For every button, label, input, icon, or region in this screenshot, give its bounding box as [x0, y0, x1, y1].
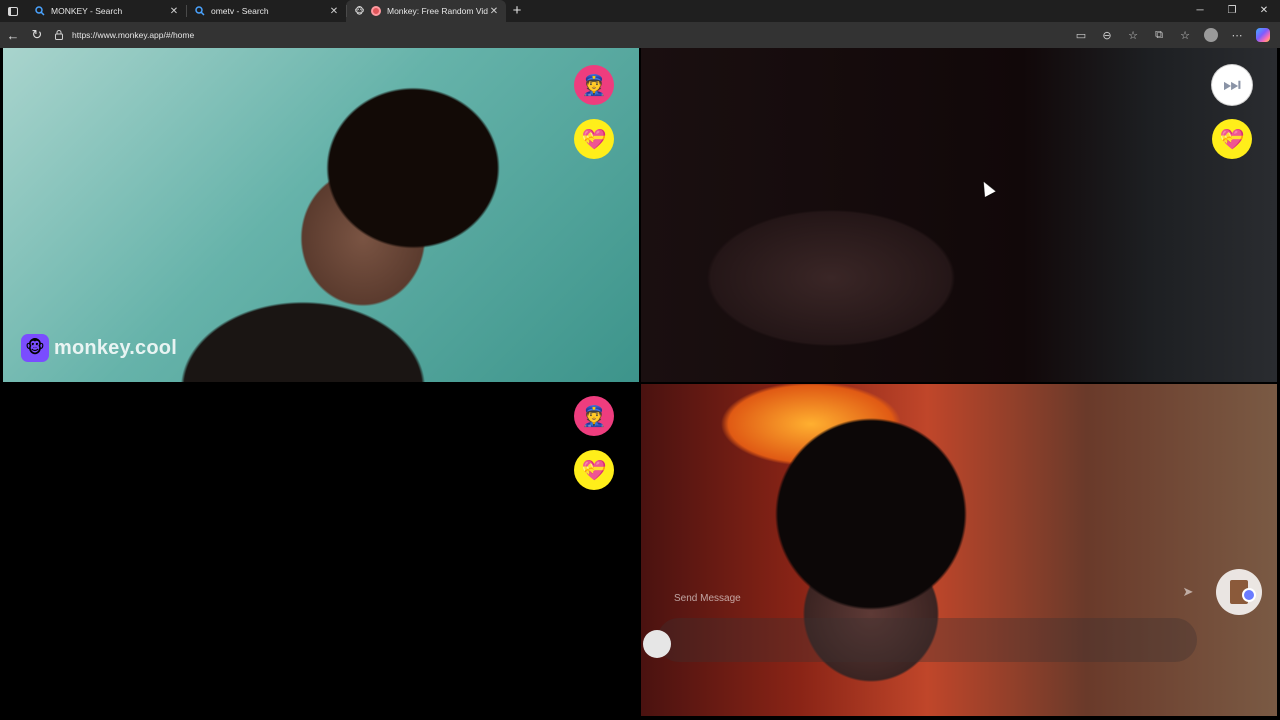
extensions-icon[interactable]: ⧉ [1146, 22, 1172, 48]
heart-gift-icon: 💝 [581, 459, 607, 482]
send-message-input[interactable] [674, 590, 1094, 606]
refresh-button[interactable]: ↻ [26, 22, 48, 48]
search-icon [194, 6, 205, 17]
refresh-icon: ↻ [31, 27, 43, 42]
close-window-icon[interactable]: ✕ [1248, 0, 1280, 22]
skip-forward-icon: ⏭ [1223, 74, 1241, 96]
favorite-star-icon[interactable]: ☆ [1120, 22, 1146, 48]
tab-title: MONKEY - Search [51, 6, 123, 16]
report-button[interactable]: 👮 [574, 396, 614, 436]
close-tab-icon[interactable]: ✕ [328, 6, 340, 17]
tab-actions-icon [8, 6, 18, 16]
camera-in-use-icon[interactable]: ▭ [1068, 22, 1094, 48]
tracking-prevention-icon[interactable]: ⊖ [1094, 22, 1120, 48]
chat-toggle[interactable] [643, 630, 671, 658]
avatar [1204, 28, 1218, 42]
search-icon [34, 6, 45, 17]
send-button[interactable]: ➤ [1178, 582, 1198, 602]
tab-title: Monkey: Free Random Video Chat [387, 6, 488, 16]
url-field[interactable]: https://www.monkey.app/#/home [54, 25, 1068, 45]
close-tab-icon[interactable]: ✕ [168, 6, 180, 17]
lock-icon [54, 30, 64, 40]
heart-gift-icon: 💝 [581, 128, 607, 151]
new-tab-button[interactable]: + [506, 0, 528, 22]
heart-button[interactable]: 💝 [1212, 119, 1252, 159]
video-tile-bottom-right [641, 384, 1277, 716]
tab-ometv-search[interactable]: ometv - Search ✕ [186, 0, 346, 22]
close-tab-icon[interactable]: ✕ [488, 6, 500, 17]
tab-actions-button[interactable] [0, 0, 26, 22]
back-button[interactable]: ← [2, 22, 24, 48]
tab-title: ometv - Search [211, 6, 269, 16]
recording-indicator-icon [371, 6, 381, 16]
address-bar: ← ↻ https://www.monkey.app/#/home ▭ ⊖ ☆ … [0, 22, 1280, 48]
video-tile-top-right: ⏭ 💝 [641, 48, 1277, 382]
copilot-icon [1256, 28, 1270, 42]
video-tile-bottom-left: 👮 💝 [3, 384, 639, 716]
tab-strip: MONKEY - Search ✕ ometv - Search ✕ 🐵 Mon… [0, 0, 1280, 22]
door-exit-icon [1230, 580, 1256, 604]
police-officer-icon: 👮 [581, 405, 607, 428]
skip-button[interactable]: ⏭ [1212, 65, 1252, 105]
video-tile-top-left: 👮 💝 🐵 monkey.cool [3, 48, 639, 382]
monkey-logo-icon: 🐵 [21, 334, 49, 362]
leave-button[interactable] [1216, 569, 1262, 615]
restore-icon[interactable]: ❐ [1216, 0, 1248, 22]
message-bar [657, 618, 1197, 662]
url-text: https://www.monkey.app/#/home [72, 30, 195, 40]
report-button[interactable]: 👮 [574, 65, 614, 105]
profile-button[interactable] [1198, 22, 1224, 48]
logo-text: monkey.cool [54, 336, 177, 359]
send-arrow-icon: ➤ [1182, 584, 1194, 599]
more-menu-icon[interactable]: ⋯ [1224, 22, 1250, 48]
police-officer-icon: 👮 [581, 74, 607, 97]
heart-button[interactable]: 💝 [574, 119, 614, 159]
heart-button[interactable]: 💝 [574, 450, 614, 490]
video-grid: 👮 💝 🐵 monkey.cool ⏭ 💝 👮 💝 [0, 48, 1280, 720]
app-logo: 🐵 monkey.cool [21, 334, 177, 362]
minimize-icon[interactable]: ─ [1184, 0, 1216, 22]
favorites-icon[interactable]: ☆ [1172, 22, 1198, 48]
copilot-button[interactable] [1250, 22, 1276, 48]
tab-monkey-search[interactable]: MONKEY - Search ✕ [26, 0, 186, 22]
heart-gift-icon: 💝 [1219, 128, 1245, 151]
tab-monkey-app[interactable]: 🐵 Monkey: Free Random Video Chat ✕ [346, 0, 506, 22]
monkey-favicon: 🐵 [354, 5, 365, 16]
back-arrow-icon: ← [6, 27, 20, 43]
